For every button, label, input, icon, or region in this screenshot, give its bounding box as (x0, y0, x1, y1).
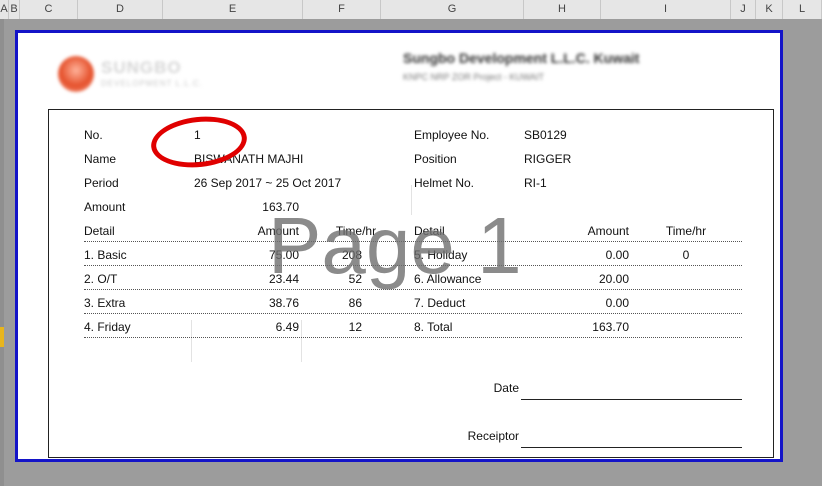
row-time[interactable]: 52 (324, 272, 362, 286)
no-label: No. (84, 128, 103, 142)
period-label: Period (84, 176, 119, 190)
row-detail: 4. Friday (84, 320, 131, 334)
column-header-k[interactable]: K (756, 0, 783, 19)
row-amount[interactable]: 6.49 (229, 320, 299, 334)
column-header-e[interactable]: E (163, 0, 303, 19)
helmet-no-value[interactable]: RI-1 (524, 176, 547, 190)
detail-header-left: Detail (84, 224, 115, 238)
period-value[interactable]: 26 Sep 2017 ~ 25 Oct 2017 (194, 176, 341, 190)
amount-header-right: Amount (587, 224, 629, 238)
row-detail: 3. Extra (84, 296, 126, 310)
column-header-f[interactable]: F (303, 0, 381, 19)
grid-line (191, 320, 192, 362)
amount-label: Amount (84, 200, 126, 214)
logo-subtext: DEVELOPMENT L.L.C. (101, 79, 203, 88)
row-time[interactable]: 0 (653, 248, 719, 262)
table-separator (84, 241, 742, 242)
row-time[interactable]: 86 (324, 296, 362, 310)
column-header-d[interactable]: D (78, 0, 163, 19)
column-header-a[interactable]: A (0, 0, 9, 19)
row-amount[interactable]: 23.44 (229, 272, 299, 286)
table-separator (84, 265, 742, 266)
table-separator (84, 313, 742, 314)
column-header-l[interactable]: L (783, 0, 822, 19)
row-amount[interactable]: 75.00 (229, 248, 299, 262)
column-header-bar: A B C D E F G H I J K L (0, 0, 822, 20)
time-header-right: Time/hr (665, 224, 707, 238)
receiptor-signature-line[interactable] (521, 447, 742, 448)
row-amount[interactable]: 0.00 (559, 248, 629, 262)
row-amount[interactable]: 20.00 (559, 272, 629, 286)
grid-line (301, 320, 302, 362)
column-header-h[interactable]: H (524, 0, 601, 19)
detail-header-right: Detail (414, 224, 445, 238)
row-detail: 8. Total (414, 320, 453, 334)
print-page[interactable]: SUNGBO DEVELOPMENT L.L.C. Sungbo Develop… (15, 30, 783, 462)
column-header-b[interactable]: B (9, 0, 20, 19)
column-header-j[interactable]: J (731, 0, 756, 19)
table-separator (84, 289, 742, 290)
position-value[interactable]: RIGGER (524, 152, 571, 166)
company-logo-icon (58, 56, 94, 92)
grid-line (411, 185, 412, 215)
column-header-i[interactable]: I (601, 0, 731, 19)
row-detail: 1. Basic (84, 248, 127, 262)
position-label: Position (414, 152, 457, 166)
employee-no-label: Employee No. (414, 128, 490, 142)
date-signature-line[interactable] (521, 399, 742, 400)
helmet-no-label: Helmet No. (414, 176, 475, 190)
row-amount[interactable]: 0.00 (559, 296, 629, 310)
employee-no-value[interactable]: SB0129 (524, 128, 567, 142)
row-time[interactable]: 208 (324, 248, 362, 262)
pay-slip-form: No. 1 Name BISWANATH MAJHI Period 26 Sep… (48, 109, 774, 458)
amount-header-left: Amount (257, 224, 299, 238)
time-header-left: Time/hr (335, 224, 377, 238)
receiptor-label: Receiptor (467, 429, 519, 443)
row-amount[interactable]: 38.76 (229, 296, 299, 310)
row-time[interactable]: 12 (324, 320, 362, 334)
company-name: Sungbo Development L.L.C. Kuwait (403, 50, 640, 66)
column-header-c[interactable]: C (20, 0, 78, 19)
row-detail: 5. Holiday (414, 248, 468, 262)
table-separator (84, 337, 742, 338)
row-amount[interactable]: 163.70 (559, 320, 629, 334)
amount-value[interactable]: 163.70 (229, 200, 299, 214)
name-label: Name (84, 152, 117, 166)
project-name: KNPC NRP ZOR Project - KUWAIT (403, 72, 545, 82)
row-detail: 7. Deduct (414, 296, 466, 310)
logo-text: SUNGBO (101, 58, 182, 77)
row-detail: 2. O/T (84, 272, 118, 286)
column-header-g[interactable]: G (381, 0, 524, 19)
date-label: Date (493, 381, 519, 395)
page-break-preview[interactable]: SUNGBO DEVELOPMENT L.L.C. Sungbo Develop… (4, 19, 822, 486)
row-detail: 6. Allowance (414, 272, 482, 286)
